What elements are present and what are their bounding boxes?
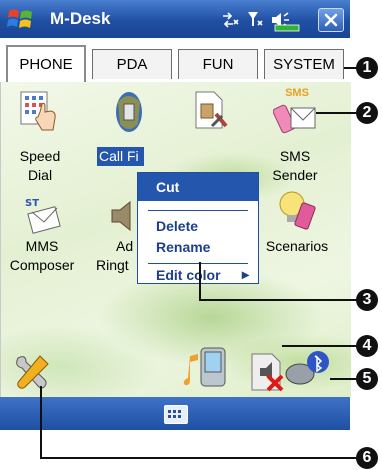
mms-composer-label-line1: MMS [25, 238, 59, 254]
speed-dial-label-line1: Speed [19, 148, 61, 164]
menu-separator [148, 263, 248, 264]
sms-sender-label-line1: SMS [279, 148, 311, 164]
scenarios-icon[interactable] [274, 188, 318, 234]
callout-4-leader [282, 345, 356, 347]
menu-item-rename[interactable]: Rename [156, 239, 210, 255]
battery-icon [274, 24, 300, 32]
bluetooth-headset-icon[interactable] [284, 348, 330, 390]
callout-6-leader-v [40, 386, 42, 458]
ringtone-label[interactable]: Ad Ringt [96, 237, 141, 275]
context-menu: Cut Delete Rename Edit color ▸ [137, 172, 259, 284]
close-icon [324, 13, 338, 27]
ringtone-icon[interactable] [106, 198, 138, 234]
speed-dial-label-line2: Dial [27, 167, 53, 183]
callout-3-leader-v [199, 262, 201, 300]
settings-wrench-icon[interactable] [12, 352, 54, 392]
speed-dial-icon[interactable] [18, 90, 60, 134]
signal-icon [248, 12, 263, 26]
ringer-off-icon[interactable] [248, 350, 288, 392]
tab-pda[interactable]: PDA [92, 49, 172, 79]
pda-device-icon[interactable] [198, 346, 228, 390]
call-filter-label[interactable]: Call Fi [97, 147, 144, 166]
menu-item-cut[interactable]: Cut [156, 179, 179, 195]
callout-6-leader-h [40, 457, 356, 459]
callout-3-leader-h [199, 299, 357, 301]
mms-composer-label-line2: Composer [9, 257, 75, 273]
keyboard-icon[interactable] [164, 405, 188, 424]
speed-dial-label[interactable]: Speed Dial [12, 147, 68, 185]
tab-phone[interactable]: PHONE [6, 45, 86, 82]
app-title: M-Desk [50, 9, 111, 28]
callout-5: 5 [356, 368, 378, 390]
scenarios-label[interactable]: Scenarios [258, 237, 336, 256]
bottom-menu-bar [0, 397, 350, 430]
menu-item-delete[interactable]: Delete [156, 218, 198, 234]
callout-5-leader [330, 378, 356, 380]
callout-2-leader [316, 112, 356, 114]
callout-1: 1 [356, 57, 378, 79]
mms-composer-icon[interactable]: ST [22, 196, 64, 236]
callout-6: 6 [356, 447, 378, 469]
sms-sender-icon[interactable] [273, 98, 319, 138]
mms-composer-label[interactable]: MMS Composer [8, 237, 76, 275]
tab-fun[interactable]: FUN [178, 49, 258, 79]
sms-sender-label[interactable]: SMS Sender [266, 147, 324, 185]
ringtone-label-line1: Ad [116, 238, 134, 254]
ringtone-label-line2: Ringt [96, 257, 129, 273]
call-filter-icon[interactable] [108, 88, 150, 136]
callout-4: 4 [356, 335, 378, 357]
tools-icon[interactable] [192, 90, 230, 132]
tab-system[interactable]: SYSTEM [264, 49, 344, 79]
menu-item-edit-color[interactable]: Edit color [156, 267, 221, 283]
sms-sender-label-line2: Sender [272, 167, 318, 183]
callout-2: 2 [356, 102, 378, 124]
svg-text:ST: ST [25, 198, 39, 209]
callout-3: 3 [356, 289, 378, 311]
menu-separator [148, 210, 248, 211]
submenu-arrow-icon: ▸ [242, 266, 250, 282]
close-button[interactable] [318, 8, 344, 32]
connectivity-icon [223, 12, 239, 28]
title-bar: M-Desk [0, 0, 350, 38]
windows-start-icon[interactable] [6, 5, 34, 33]
